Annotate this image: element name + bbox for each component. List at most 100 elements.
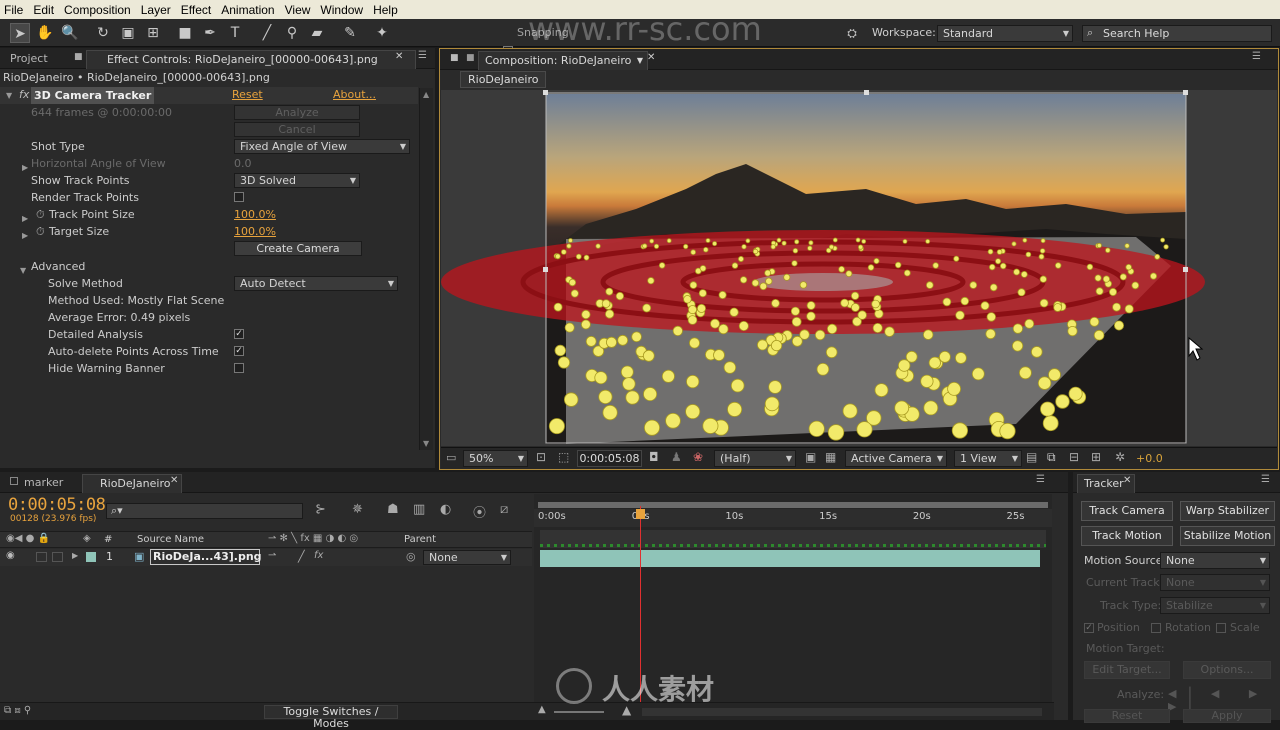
track-point[interactable]	[1039, 275, 1047, 283]
horizontal-scrollbar[interactable]	[642, 708, 1042, 716]
search-help-field[interactable]: ⌕ Search Help	[1082, 25, 1272, 42]
layer-handle[interactable]	[1183, 267, 1188, 272]
track-point[interactable]	[1124, 243, 1130, 249]
track-point[interactable]	[605, 336, 617, 348]
track-point[interactable]	[737, 255, 744, 262]
track-point[interactable]	[713, 349, 725, 362]
track-point[interactable]	[1013, 268, 1020, 276]
track-point[interactable]	[928, 356, 941, 369]
track-point[interactable]	[583, 254, 590, 261]
menu-layer[interactable]: Layer	[137, 3, 177, 17]
flowchart-icon[interactable]: ⊞	[1091, 450, 1101, 464]
track-point[interactable]	[953, 255, 960, 262]
track-point[interactable]	[955, 352, 967, 364]
track-point[interactable]	[687, 305, 697, 315]
analyze-button[interactable]: Analyze	[234, 105, 360, 120]
track-point[interactable]	[575, 253, 582, 260]
tab-effect-controls[interactable]: Effect Controls: RioDeJaneiro_[00000-006…	[86, 50, 416, 69]
track-point[interactable]	[622, 377, 636, 391]
track-point[interactable]	[1131, 281, 1140, 290]
time-ruler[interactable]: 0:00s05s10s15s20s25s	[534, 509, 1052, 527]
menu-help[interactable]: Help	[369, 3, 404, 17]
panel-menu-icon[interactable]: ☰	[1261, 474, 1270, 485]
zoom-in-icon[interactable]: ▲	[622, 703, 631, 717]
toggle-switches-modes-button[interactable]: Toggle Switches / Modes	[264, 705, 398, 730]
panel-menu-icon[interactable]: ☰	[1252, 51, 1261, 62]
track-point[interactable]	[960, 296, 969, 306]
scroll-down-icon[interactable]: ▼	[423, 439, 429, 448]
track-point[interactable]	[938, 350, 951, 363]
layer-search-input[interactable]: ⌕▾	[106, 503, 303, 519]
layer-handle[interactable]	[864, 90, 869, 95]
track-point[interactable]	[718, 324, 729, 335]
track-point[interactable]	[1068, 386, 1083, 401]
fast-previews-icon[interactable]: ⧉	[1047, 450, 1056, 465]
track-point[interactable]	[932, 262, 939, 269]
playhead[interactable]	[639, 506, 641, 720]
track-point[interactable]	[873, 257, 880, 264]
rotation-tool-icon[interactable]: ↻	[93, 23, 113, 43]
track-point[interactable]	[987, 248, 994, 255]
tab-marker[interactable]: marker	[18, 474, 69, 493]
track-point[interactable]	[1000, 262, 1007, 270]
exposure-reset-icon[interactable]: ✲	[1115, 450, 1125, 464]
panel-lock-icon[interactable]: ■	[466, 53, 475, 63]
track-point[interactable]	[1109, 287, 1118, 296]
rectangle-tool-icon[interactable]: ■	[175, 23, 195, 43]
track-point[interactable]	[642, 303, 652, 313]
track-point[interactable]	[649, 238, 655, 244]
track-camera-button[interactable]: Track Camera	[1081, 501, 1173, 521]
twirl-closed-icon[interactable]: ▶	[72, 551, 78, 560]
track-point[interactable]	[745, 238, 751, 244]
track-point[interactable]	[884, 326, 895, 337]
track-point[interactable]	[601, 299, 611, 308]
track-point[interactable]	[995, 258, 1002, 265]
track-point[interactable]	[808, 420, 825, 437]
puppet-pin-tool-icon[interactable]: ✦	[372, 23, 392, 43]
resolution-dropdown[interactable]: (Half) ▼	[714, 450, 796, 467]
track-point[interactable]	[727, 401, 743, 417]
track-point[interactable]	[850, 291, 860, 300]
motion-blur-icon[interactable]: ◐	[440, 502, 451, 517]
track-point[interactable]	[1012, 323, 1024, 334]
warp-stabilizer-button[interactable]: Warp Stabilizer	[1180, 501, 1275, 521]
track-point[interactable]	[683, 295, 692, 304]
track-point[interactable]	[598, 389, 613, 404]
shy-icon[interactable]: ☗	[387, 502, 399, 517]
render-points-checkbox[interactable]	[234, 192, 244, 202]
track-point[interactable]	[768, 380, 782, 394]
track-point[interactable]	[947, 381, 961, 396]
track-point[interactable]	[942, 297, 952, 307]
show-snapshot-icon[interactable]: ♟	[671, 450, 682, 464]
auto-delete-checkbox[interactable]: ✓	[234, 346, 244, 356]
track-point[interactable]	[605, 309, 615, 319]
track-point[interactable]	[816, 362, 830, 376]
hand-tool-icon[interactable]: ✋	[35, 23, 55, 43]
cancel-button[interactable]: Cancel	[234, 122, 360, 137]
current-track-dropdown[interactable]: None ▼	[1160, 574, 1270, 591]
track-point[interactable]	[702, 417, 719, 434]
track-point[interactable]	[642, 243, 648, 249]
close-icon[interactable]: ✕	[170, 475, 178, 486]
track-point[interactable]	[874, 383, 889, 398]
chevron-down-icon[interactable]: ▼	[637, 52, 643, 70]
track-point[interactable]	[840, 298, 849, 308]
track-point[interactable]	[1150, 272, 1158, 280]
table-row[interactable]: ◉ ▶ 1 ▣ RioDeJa...43].png ⇀ ╱ fx ◎ None ▼	[0, 549, 532, 566]
track-point[interactable]	[672, 325, 683, 336]
track-point[interactable]	[686, 374, 700, 389]
track-point[interactable]	[731, 262, 739, 269]
track-point[interactable]	[561, 249, 567, 255]
track-point[interactable]	[1019, 366, 1032, 380]
track-point[interactable]	[845, 270, 853, 278]
track-point[interactable]	[1053, 303, 1063, 312]
track-point[interactable]	[1040, 401, 1056, 417]
region-icon[interactable]: ▭	[446, 451, 456, 464]
apply-button[interactable]: Apply	[1183, 709, 1271, 723]
track-point[interactable]	[580, 319, 591, 330]
track-point[interactable]	[1112, 302, 1121, 312]
track-motion-button[interactable]: Track Motion	[1081, 526, 1173, 546]
track-point[interactable]	[808, 240, 814, 246]
track-point[interactable]	[1102, 275, 1111, 283]
panel-lock-icon[interactable]: ■	[74, 52, 83, 62]
